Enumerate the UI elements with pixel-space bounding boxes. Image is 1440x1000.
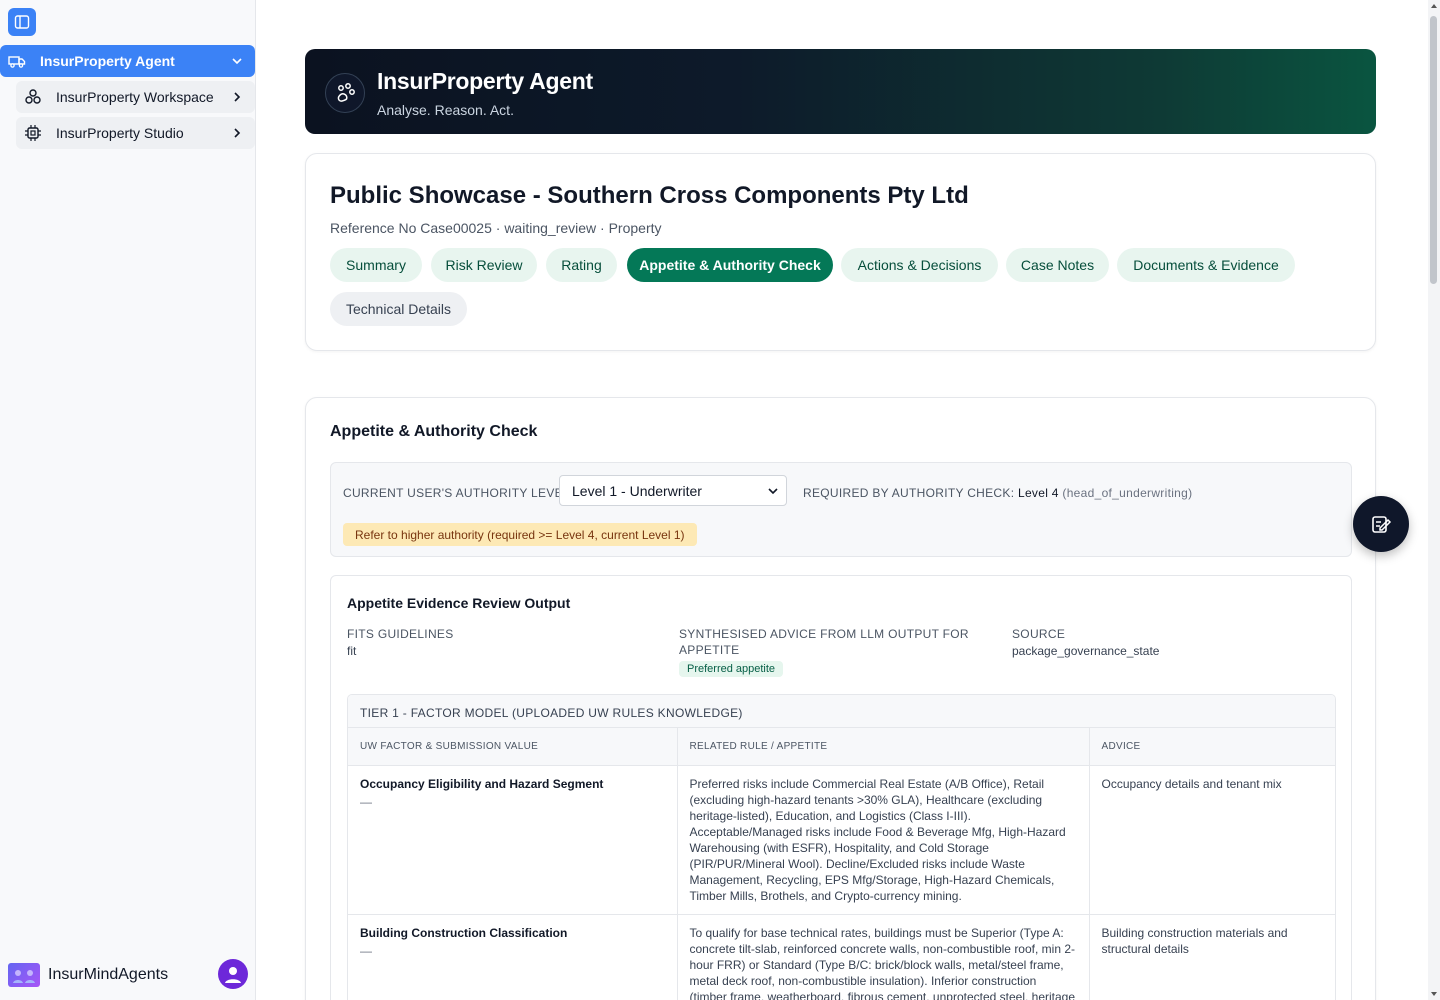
evidence-title: Appetite Evidence Review Output xyxy=(347,595,571,611)
chip-icon xyxy=(24,124,42,142)
chevron-down-icon xyxy=(766,484,780,498)
appetite-authority-section: Appetite & Authority Check CURRENT USER'… xyxy=(305,397,1376,1000)
source-value: package_governance_state xyxy=(1012,644,1160,658)
sidebar-toggle-icon[interactable] xyxy=(8,8,36,36)
synthesised-advice-field: SYNTHESISED ADVICE FROM LLM OUTPUT FOR A… xyxy=(679,626,979,677)
sidebar-item-insurproperty-agent[interactable]: InsurProperty Agent xyxy=(0,45,255,77)
source-field: SOURCE package_governance_state xyxy=(1012,626,1312,658)
column-header: ADVICE xyxy=(1089,728,1335,766)
refer-authority-warning: Refer to higher authority (required >= L… xyxy=(343,523,697,546)
factor-cell: Occupancy Eligibility and Hazard Segment… xyxy=(348,765,678,915)
tab-technical-details[interactable]: Technical Details xyxy=(330,292,467,326)
chevron-down-icon xyxy=(229,53,245,69)
case-header-card: Public Showcase - Southern Cross Compone… xyxy=(305,153,1376,351)
fits-guidelines-field: FITS GUIDELINES fit xyxy=(347,626,647,658)
workspace-cluster-icon xyxy=(24,88,42,106)
tab-documents-evidence[interactable]: Documents & Evidence xyxy=(1117,248,1295,282)
synthesised-advice-label: SYNTHESISED ADVICE FROM LLM OUTPUT FOR A… xyxy=(679,627,969,657)
table-row: Occupancy Eligibility and Hazard Segment… xyxy=(348,765,1335,915)
column-header: UW FACTOR & SUBMISSION VALUE xyxy=(348,728,678,766)
factor-cell: Building Construction Classification — xyxy=(348,914,678,1000)
table-row: Building Construction Classification — T… xyxy=(348,914,1335,1000)
sidebar-item-label: InsurProperty Agent xyxy=(40,53,175,69)
chevron-right-icon xyxy=(229,125,245,141)
factor-value: — xyxy=(360,943,372,958)
case-title: Public Showcase - Southern Cross Compone… xyxy=(330,182,969,209)
case-meta: Reference No Case00025 · waiting_review … xyxy=(330,220,662,236)
preferred-appetite-badge: Preferred appetite xyxy=(679,661,784,677)
edit-note-icon xyxy=(1372,516,1392,533)
advice-cell: Building construction materials and stru… xyxy=(1089,914,1335,1000)
user-avatar-icon[interactable] xyxy=(218,959,248,989)
authority-level-label: CURRENT USER'S AUTHORITY LEVEL xyxy=(343,486,570,500)
edit-note-fab[interactable] xyxy=(1353,496,1409,552)
brand-logo-icon xyxy=(8,963,40,987)
scroll-down-icon[interactable] xyxy=(1430,990,1438,998)
rule-cell: Preferred risks include Commercial Real … xyxy=(677,765,1090,915)
sidebar-item-studio[interactable]: InsurProperty Studio xyxy=(16,117,255,149)
appetite-evidence-panel: Appetite Evidence Review Output FITS GUI… xyxy=(330,575,1352,1000)
tier1-factor-model: TIER 1 - FACTOR MODEL (UPLOADED UW RULES… xyxy=(347,694,1336,1000)
scrollbar-thumb[interactable] xyxy=(1430,16,1437,284)
tab-actions-decisions[interactable]: Actions & Decisions xyxy=(841,248,998,282)
tab-summary[interactable]: Summary xyxy=(330,248,422,282)
table-header-row: UW FACTOR & SUBMISSION VALUE RELATED RUL… xyxy=(348,728,1335,766)
required-authority: REQUIRED BY AUTHORITY CHECK: Level 4 (he… xyxy=(803,486,1192,500)
truck-icon xyxy=(8,52,26,70)
chevron-right-icon xyxy=(229,89,245,105)
tab-risk-review[interactable]: Risk Review xyxy=(431,248,537,282)
brand-name: InsurMindAgents xyxy=(48,966,169,983)
scroll-up-icon[interactable] xyxy=(1430,2,1438,10)
authority-level-value: Level 1 - Underwriter xyxy=(572,482,702,499)
factor-value: — xyxy=(360,794,372,809)
page-scrollbar[interactable] xyxy=(1428,0,1440,1000)
authority-panel: CURRENT USER'S AUTHORITY LEVEL Level 1 -… xyxy=(330,462,1352,557)
tab-case-notes[interactable]: Case Notes xyxy=(1006,248,1109,282)
paw-agent-icon xyxy=(325,73,365,113)
sidebar-footer: InsurMindAgents xyxy=(8,959,248,989)
factor-name: Building Construction Classification xyxy=(360,925,568,940)
source-label: SOURCE xyxy=(1012,627,1066,641)
required-authority-role: (head_of_underwriting) xyxy=(1062,486,1193,500)
advice-cell: Occupancy details and tenant mix xyxy=(1089,765,1335,915)
agent-banner: InsurProperty Agent Analyse. Reason. Act… xyxy=(305,49,1376,134)
fits-guidelines-value: fit xyxy=(347,644,357,658)
required-authority-label: REQUIRED BY AUTHORITY CHECK: xyxy=(803,486,1015,500)
tab-appetite-authority[interactable]: Appetite & Authority Check xyxy=(627,248,833,282)
fits-guidelines-label: FITS GUIDELINES xyxy=(347,627,454,641)
tier-title: TIER 1 - FACTOR MODEL (UPLOADED UW RULES… xyxy=(348,695,1335,728)
authority-level-select[interactable]: Level 1 - Underwriter xyxy=(559,475,787,506)
section-title: Appetite & Authority Check xyxy=(330,423,538,440)
sidebar-item-label: InsurProperty Workspace xyxy=(56,89,214,105)
factor-table: UW FACTOR & SUBMISSION VALUE RELATED RUL… xyxy=(348,728,1335,1000)
factor-name: Occupancy Eligibility and Hazard Segment xyxy=(360,776,604,791)
sidebar: InsurProperty Agent InsurProperty Worksp… xyxy=(0,0,256,1000)
column-header: RELATED RULE / APPETITE xyxy=(677,728,1090,766)
rule-cell: To qualify for base technical rates, bui… xyxy=(677,914,1090,1000)
sidebar-item-workspace[interactable]: InsurProperty Workspace xyxy=(16,81,255,113)
tab-rating[interactable]: Rating xyxy=(546,248,617,282)
agent-subtitle: Analyse. Reason. Act. xyxy=(377,102,514,118)
sidebar-item-label: InsurProperty Studio xyxy=(56,125,184,141)
required-authority-value: Level 4 xyxy=(1017,486,1059,500)
agent-title: InsurProperty Agent xyxy=(377,68,593,94)
